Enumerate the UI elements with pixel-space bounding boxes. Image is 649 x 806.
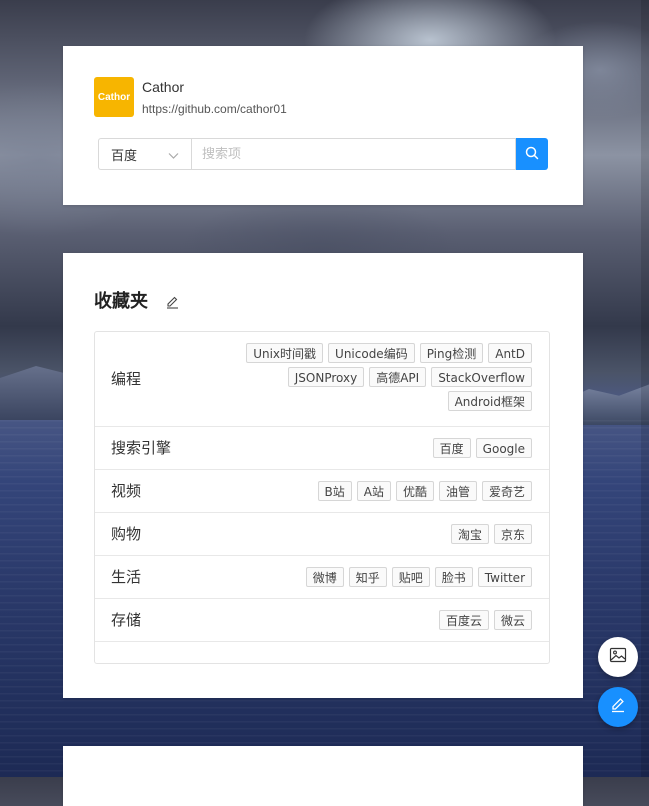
search-engine-select[interactable]: 百度 [98, 138, 191, 170]
profile-url-link[interactable]: https://github.com/cathor01 [142, 102, 287, 116]
pencil-icon [610, 697, 626, 717]
favorites-row-life: 生活 微博 知乎 贴吧 脸书 Twitter [95, 556, 549, 599]
tag-link[interactable]: AntD [488, 343, 532, 363]
tag-link[interactable]: 贴吧 [391, 567, 430, 587]
favorites-row-label: 购物 [111, 525, 142, 543]
favorites-card: 收藏夹 编程 Unix时间戳 Unicode编码 Ping检测 AntD JSO… [63, 253, 583, 698]
favorites-row-video: 视频 B站 A站 优酷 油管 爱奇艺 [95, 470, 549, 513]
tag-link[interactable]: 爱奇艺 [481, 481, 532, 501]
favorites-row-storage: 存储 百度云 微云 [95, 599, 549, 642]
tag-list: 百度云 微云 [438, 610, 532, 630]
favorites-row-shopping: 购物 淘宝 京东 [95, 513, 549, 556]
favorites-row-label: 搜索引擎 [111, 439, 172, 457]
profile-card: Cathor Cathor https://github.com/cathor0… [63, 46, 583, 205]
tag-link[interactable]: 百度云 [438, 610, 489, 630]
search-bar: 百度 [98, 138, 548, 170]
tag-link[interactable]: Unix时间戳 [246, 343, 324, 363]
tag-link[interactable]: Unicode编码 [328, 343, 415, 363]
tag-link[interactable]: 京东 [493, 524, 532, 544]
tag-link[interactable]: 淘宝 [450, 524, 489, 544]
tag-link[interactable]: 微博 [305, 567, 344, 587]
favorites-row-label: 存储 [111, 611, 142, 629]
search-input[interactable] [191, 138, 516, 170]
favorites-title: 收藏夹 [94, 291, 148, 312]
tag-list: 淘宝 京东 [450, 524, 532, 544]
search-engine-selected-value: 百度 [111, 148, 138, 164]
chevron-down-icon [168, 149, 179, 164]
change-background-button[interactable] [598, 637, 638, 677]
tag-link[interactable]: StackOverflow [431, 367, 532, 387]
favorites-row-label: 视频 [111, 482, 142, 500]
tag-link[interactable]: B站 [317, 481, 352, 501]
tag-link[interactable]: 微云 [493, 610, 532, 630]
tag-link[interactable]: 油管 [438, 481, 477, 501]
tag-link[interactable]: Twitter [477, 567, 532, 587]
tag-link[interactable]: JSONProxy [287, 367, 365, 387]
tag-link[interactable]: A站 [356, 481, 391, 501]
tag-link[interactable]: 知乎 [348, 567, 387, 587]
tag-list: Unix时间戳 Unicode编码 Ping检测 AntD JSONProxy … [232, 343, 532, 411]
favorites-row-search-engines: 搜索引擎 百度 Google [95, 427, 549, 470]
tag-link[interactable]: Android框架 [447, 391, 532, 411]
profile-name: Cathor [142, 79, 185, 95]
edit-mode-button[interactable] [598, 687, 638, 727]
avatar[interactable]: Cathor [94, 77, 134, 117]
tag-list: B站 A站 优酷 油管 爱奇艺 [317, 481, 532, 501]
search-icon [525, 146, 539, 163]
tag-link[interactable]: Google [475, 438, 532, 458]
tag-list: 微博 知乎 贴吧 脸书 Twitter [305, 567, 532, 587]
tag-list: 百度 Google [432, 438, 532, 458]
favorites-row-programming: 编程 Unix时间戳 Unicode编码 Ping检测 AntD JSONPro… [95, 332, 549, 427]
tag-link[interactable]: Ping检测 [419, 343, 484, 363]
image-icon [609, 647, 627, 667]
edit-favorites-button[interactable] [166, 294, 179, 313]
favorites-table: 编程 Unix时间戳 Unicode编码 Ping检测 AntD JSONPro… [94, 331, 550, 664]
tag-link[interactable]: 高德API [369, 367, 427, 387]
tag-link[interactable]: 优酷 [395, 481, 434, 501]
search-button[interactable] [516, 138, 548, 170]
next-card [63, 746, 583, 806]
favorites-row-label: 生活 [111, 568, 142, 586]
tag-link[interactable]: 百度 [432, 438, 471, 458]
favorites-row-label: 编程 [111, 370, 142, 388]
tag-link[interactable]: 脸书 [434, 567, 473, 587]
page-scrollbar[interactable] [641, 0, 649, 777]
